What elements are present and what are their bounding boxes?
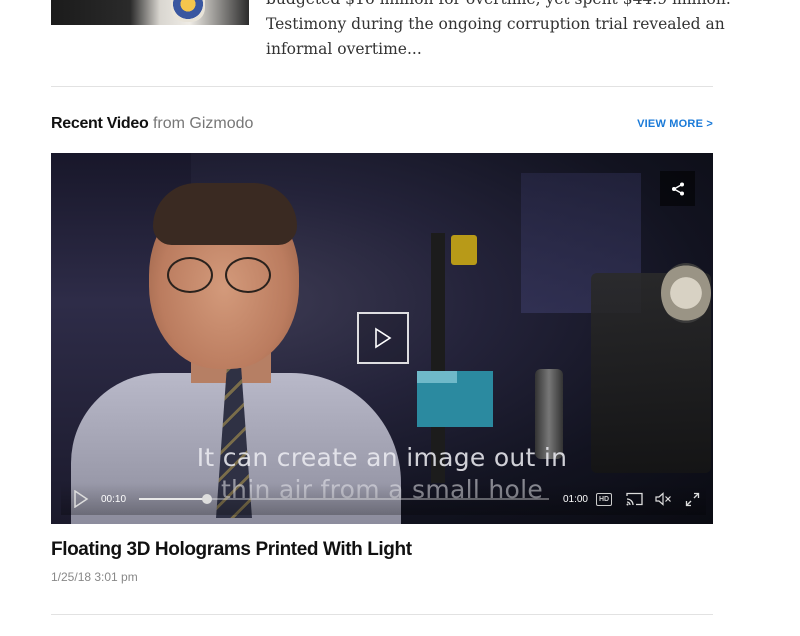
progress-fill	[139, 498, 208, 500]
cast-icon	[625, 492, 643, 506]
video-title-link[interactable]: Floating 3D Holograms Printed With Light	[51, 539, 412, 561]
section-title: Recent Video from Gizmodo	[51, 115, 253, 133]
presenter-image	[71, 183, 401, 524]
article-excerpt: budgeted $16 million for overtime, yet s…	[266, 0, 731, 62]
hd-icon: HD	[595, 492, 613, 506]
progress-handle[interactable]	[202, 494, 213, 504]
duration: 01:00	[562, 493, 588, 505]
play-icon	[375, 327, 392, 349]
player-controls: 00:10 01:00 HD	[61, 483, 706, 515]
share-button[interactable]	[660, 171, 695, 206]
mute-icon	[654, 492, 671, 506]
play-toggle-button[interactable]	[61, 490, 101, 508]
recent-video-header: Recent Video from Gizmodo VIEW MORE >	[51, 87, 713, 153]
subtitle-line: It can create an image out in	[196, 443, 568, 472]
article-thumbnail[interactable]	[51, 0, 249, 25]
content-column: budgeted $16 million for overtime, yet s…	[51, 0, 731, 615]
mute-button[interactable]	[648, 492, 678, 506]
section-title-source: from Gizmodo	[152, 115, 254, 132]
current-time: 00:10	[101, 493, 127, 505]
excerpt-line: informal overtime...	[266, 40, 422, 58]
video-player[interactable]: It can create an image out in thin air f…	[51, 153, 713, 524]
view-more-link[interactable]: VIEW MORE >	[637, 118, 713, 130]
progress-bar[interactable]	[139, 494, 550, 504]
fullscreen-icon	[685, 492, 699, 506]
video-date: 1/25/18 3:01 pm	[51, 570, 138, 584]
hd-toggle[interactable]: HD	[588, 492, 620, 506]
video-meta: Floating 3D Holograms Printed With Light…	[51, 524, 713, 615]
cast-button[interactable]	[620, 492, 648, 506]
play-icon	[74, 490, 89, 508]
police-badge-image	[171, 0, 205, 22]
previous-article: budgeted $16 million for overtime, yet s…	[51, 0, 731, 87]
share-icon	[671, 182, 684, 195]
big-play-button[interactable]	[357, 312, 409, 364]
fullscreen-button[interactable]	[678, 492, 706, 507]
excerpt-line: budgeted $16 million for overtime, yet s…	[266, 0, 731, 12]
section-title-main: Recent Video	[51, 115, 149, 132]
excerpt-line: Testimony during the ongoing corruption …	[266, 15, 725, 33]
